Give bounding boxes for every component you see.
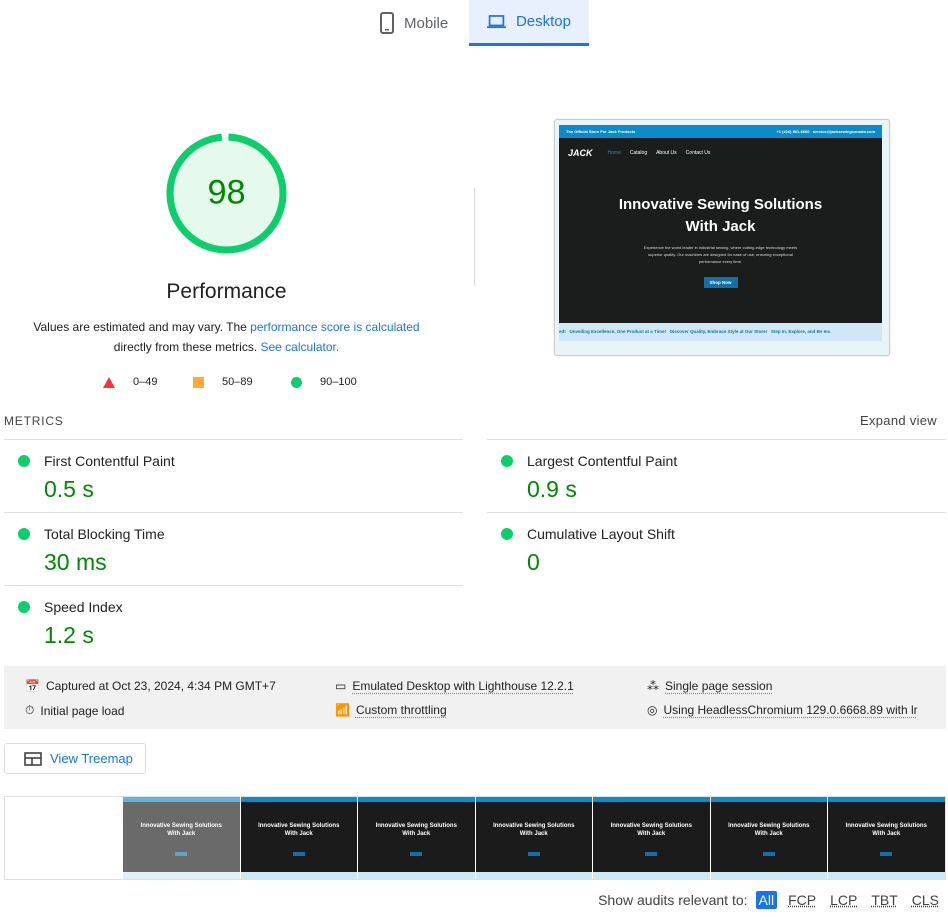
signal-icon: 📶: [335, 703, 350, 717]
emulated-info[interactable]: ▭ Emulated Desktop with Lighthouse 12.2.1: [335, 679, 574, 693]
devices-icon: ▭: [335, 679, 347, 693]
filmstrip-frame: Innovative Sewing Solutions With Jack: [827, 797, 945, 879]
triangle-icon: [103, 376, 115, 388]
timer-icon: ⏱: [25, 703, 35, 717]
pass-icon: [18, 455, 30, 467]
score-description: Values are estimated and may vary. The p…: [33, 320, 420, 354]
legend-pass: 90–100: [291, 376, 357, 388]
filmstrip-frame: Innovative Sewing Solutions With Jack: [357, 797, 475, 879]
metric-cls: Cumulative Layout Shift 0: [487, 512, 946, 585]
score-calculated-link[interactable]: performance score is calculated: [250, 320, 419, 334]
circle-icon: [291, 376, 302, 388]
pass-icon: [18, 528, 30, 540]
pass-icon: [501, 455, 513, 467]
metric-lcp: Largest Contentful Paint 0.9 s: [487, 439, 946, 512]
session-icon: ⁂: [647, 679, 659, 693]
session-info[interactable]: ⁂ Single page session: [647, 679, 772, 693]
tab-desktop[interactable]: Desktop: [469, 0, 589, 46]
filmstrip-blank-frame: [5, 797, 122, 879]
tab-desktop-label: Desktop: [515, 13, 571, 30]
performance-gauge: 98: [166, 133, 287, 254]
metrics-heading: METRICS: [4, 414, 64, 428]
captured-info: 📅 Captured at Oct 23, 2024, 4:34 PM GMT+7: [25, 679, 276, 693]
see-calculator-link[interactable]: See calculator.: [260, 340, 339, 354]
filter-fcp[interactable]: FCP: [785, 891, 819, 909]
tab-mobile[interactable]: Mobile: [362, 0, 466, 46]
phone-icon: [380, 12, 394, 34]
throttling-info[interactable]: 📶 Custom throttling: [335, 703, 447, 717]
filmstrip-frame: Innovative Sewing Solutions With Jack: [709, 797, 827, 879]
filmstrip-frame: Innovative Sewing Solutions With Jack: [592, 797, 710, 879]
filmstrip-frame: Innovative Sewing Solutions With Jack: [239, 797, 357, 879]
filter-tbt[interactable]: TBT: [868, 891, 900, 909]
chrome-icon: ◎: [647, 703, 658, 717]
expand-view-toggle[interactable]: Expand view: [860, 413, 937, 428]
filmstrip-frame: Innovative Sewing Solutions With Jack: [474, 797, 592, 879]
pass-icon: [18, 601, 30, 613]
filmstrip-frame: Innovative Sewing Solutions With Jack: [122, 797, 240, 879]
browser-info[interactable]: ◎ Using HeadlessChromium 129.0.6668.89 wi…: [647, 703, 918, 717]
laptop-icon: [487, 14, 506, 28]
performance-score: 98: [207, 174, 245, 212]
tab-mobile-label: Mobile: [404, 14, 449, 32]
filter-all[interactable]: All: [755, 891, 778, 909]
calendar-icon: 📅: [25, 679, 40, 693]
legend-average: 50–89: [193, 376, 253, 388]
metric-fcp: First Contentful Paint 0.5 s: [4, 439, 463, 512]
final-screenshot: The Official Store For Jack Products +1 (…: [554, 119, 890, 356]
metric-tbt: Total Blocking Time 30 ms: [4, 512, 463, 585]
square-icon: [193, 376, 204, 388]
run-info: 📅 Captured at Oct 23, 2024, 4:34 PM GMT+7…: [4, 666, 946, 729]
treemap-icon: [24, 751, 42, 766]
audit-filter: Show audits relevant to: All FCP LCP TBT…: [598, 891, 942, 909]
filter-lcp[interactable]: LCP: [827, 891, 860, 909]
divider: [474, 188, 475, 286]
load-info: ⏱ Initial page load: [25, 703, 125, 718]
legend-fail: 0–49: [103, 376, 157, 388]
metric-si: Speed Index 1.2 s: [4, 585, 463, 658]
pass-icon: [501, 528, 513, 540]
filmstrip: Innovative Sewing Solutions With Jack Inno…: [4, 796, 946, 880]
view-treemap-button[interactable]: View Treemap: [4, 743, 146, 774]
performance-title: Performance: [166, 280, 287, 303]
filter-cls[interactable]: CLS: [909, 891, 942, 909]
